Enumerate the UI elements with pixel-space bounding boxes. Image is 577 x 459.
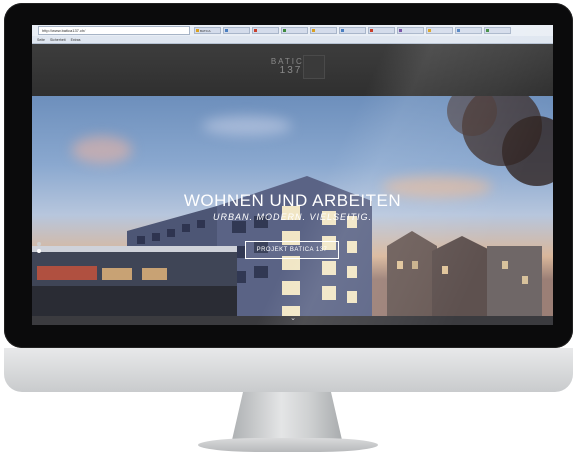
front-building [32, 246, 237, 325]
browser-tab[interactable] [252, 27, 279, 34]
browser-tab[interactable]: BATICA [194, 27, 221, 34]
browser-toolbar: Seite Sicherheit Extras [32, 36, 553, 44]
site-header: BATICA 137 [32, 44, 553, 96]
favicon-icon [196, 29, 199, 32]
monitor-bezel: http://www.batica137.ch/ BATICA Seite Si… [4, 3, 573, 348]
slider-dot-2[interactable] [37, 249, 41, 253]
favicon-icon [399, 29, 402, 32]
menu-extras[interactable]: Extras [71, 38, 81, 42]
monitor-screen: http://www.batica137.ch/ BATICA Seite Si… [32, 25, 553, 325]
address-text: http://www.batica137.ch/ [42, 28, 86, 33]
favicon-icon [428, 29, 431, 32]
browser-tab-label: BATICA [200, 28, 211, 33]
favicon-icon [457, 29, 460, 32]
menu-seite[interactable]: Seite [37, 38, 45, 42]
browser-tab[interactable] [455, 27, 482, 34]
favicon-icon [486, 29, 489, 32]
browser-tab[interactable] [368, 27, 395, 34]
browser-tab[interactable] [281, 27, 308, 34]
monitor-stand [232, 392, 342, 440]
browser-tab[interactable] [339, 27, 366, 34]
menu-sicherheit[interactable]: Sicherheit [50, 38, 66, 42]
hero-title: WOHNEN UND ARBEITEN [183, 191, 402, 210]
hero-section: WOHNEN UND ARBEITEN URBAN. MODERN. VIELS… [32, 96, 553, 325]
favicon-icon [341, 29, 344, 32]
background-houses [387, 231, 542, 325]
favicon-icon [283, 29, 286, 32]
tab-strip: BATICA [194, 27, 511, 34]
favicon-icon [254, 29, 257, 32]
monitor-base [198, 438, 378, 452]
address-bar[interactable]: http://www.batica137.ch/ [38, 26, 190, 35]
project-button[interactable]: PROJEKT BATICA 137 [245, 241, 339, 259]
monitor-chin [4, 348, 573, 392]
browser-tab[interactable] [223, 27, 250, 34]
browser-tab[interactable] [484, 27, 511, 34]
favicon-icon [370, 29, 373, 32]
tree-silhouette [447, 96, 553, 186]
hero-subtitle: URBAN. MODERN. VIELSEITIG. [212, 212, 373, 222]
browser-tab[interactable] [426, 27, 453, 34]
scroll-down-icon[interactable]: ⌄ [289, 315, 297, 323]
browser-tab[interactable] [310, 27, 337, 34]
logo-box [303, 55, 325, 79]
slider-dots [37, 242, 41, 253]
browser-tab[interactable] [397, 27, 424, 34]
favicon-icon [225, 29, 228, 32]
favicon-icon [312, 29, 315, 32]
browser-tab-bar: http://www.batica137.ch/ BATICA [32, 25, 553, 36]
slider-dot-1[interactable] [37, 242, 41, 246]
site-logo[interactable]: BATICA 137 [255, 55, 327, 83]
